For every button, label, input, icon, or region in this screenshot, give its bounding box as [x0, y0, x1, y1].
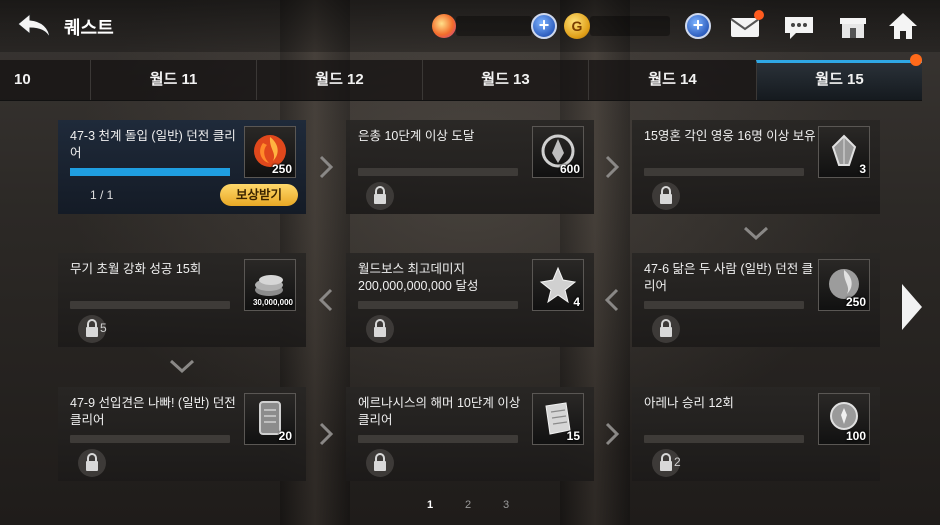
quest-title: 47-6 닮은 두 사람 (일반) 던전 클리어: [644, 262, 814, 293]
tab-world-15[interactable]: 월드 15: [756, 60, 922, 100]
reward-quantity: 4: [573, 295, 580, 309]
lock-icon: [652, 315, 680, 343]
lock-icon: [78, 449, 106, 477]
next-page-button[interactable]: [898, 282, 924, 332]
reward-quantity: 600: [559, 162, 580, 176]
quest-title: 은총 10단계 이상 도달: [358, 129, 475, 143]
chevron-left-icon: [604, 288, 619, 312]
reward-slot[interactable]: 30,000,000: [244, 259, 296, 311]
reward-slot[interactable]: 250: [818, 259, 870, 311]
page-number[interactable]: 1: [427, 499, 433, 511]
chevron-right-icon: [319, 422, 334, 446]
chevron-right-icon: [319, 155, 334, 179]
top-bar: 퀘스트 + G +: [0, 0, 940, 52]
quest-card[interactable]: 47-9 선입견은 나빠! (일반) 던전 클리어 20: [58, 387, 306, 481]
quest-card[interactable]: 무기 초월 강화 성공 15회 5 30,000,000: [58, 253, 306, 347]
chevron-right-icon: [605, 422, 620, 446]
home-button[interactable]: [886, 10, 920, 42]
gold-counter: [590, 16, 670, 36]
reward-quantity: 3: [859, 162, 866, 176]
quest-card[interactable]: 15영혼 각인 영웅 16명 이상 보유 3: [632, 120, 880, 214]
tab-world-11[interactable]: 월드 11: [90, 60, 256, 100]
reward-quantity: 20: [278, 429, 292, 443]
quest-card[interactable]: 에르나시스의 해머 10단계 이상 클리어 15: [346, 387, 594, 481]
quest-title: 아레나 승리 12회: [644, 396, 734, 410]
reward-quantity: 100: [845, 429, 866, 443]
lock-icon: [652, 182, 680, 210]
quest-card[interactable]: 아레나 승리 12회 2 100: [632, 387, 880, 481]
quest-title: 에르나시스의 해머 10단계 이상 클리어: [358, 396, 521, 427]
reward-slot[interactable]: 3: [818, 126, 870, 178]
back-button[interactable]: [14, 10, 54, 42]
gem-counter: [456, 16, 532, 36]
quest-title: 47-9 선입견은 나빠! (일반) 던전 클리어: [70, 396, 236, 427]
quest-progress-bar: [644, 168, 804, 176]
reward-quantity: 30,000,000: [252, 298, 293, 307]
mail-notification-dot: [754, 10, 764, 20]
lock-icon: [366, 315, 394, 343]
chat-icon: [785, 17, 813, 39]
tab-notification-dot: [910, 54, 922, 66]
quest-progress-bar: [70, 435, 230, 443]
tab-world-12[interactable]: 월드 12: [256, 60, 422, 100]
quest-title: 무기 초월 강화 성공 15회: [70, 262, 202, 276]
reward-slot[interactable]: 600: [532, 126, 584, 178]
gem-icon: [432, 14, 456, 38]
back-arrow-icon: [17, 12, 51, 39]
quest-progress-bar: [70, 168, 230, 176]
quest-card[interactable]: 월드보스 최고데미지 200,000,000,000 달성 4: [346, 253, 594, 347]
gold-icon: G: [564, 13, 590, 39]
quest-card[interactable]: 47-3 천계 돌입 (일반) 던전 클리어 1 / 1 250 보상받기: [58, 120, 306, 214]
quest-progress-bar: [358, 435, 518, 443]
quest-progress-bar: [358, 168, 518, 176]
reward-slot[interactable]: 100: [818, 393, 870, 445]
reward-slot[interactable]: 15: [532, 393, 584, 445]
quest-progress-bar: [70, 301, 230, 309]
chevron-right-icon: [605, 155, 620, 179]
tab-world-10[interactable]: 10: [0, 60, 90, 100]
page-number[interactable]: 3: [503, 499, 509, 511]
page-number[interactable]: 2: [465, 499, 471, 511]
claim-reward-button[interactable]: 보상받기: [220, 184, 298, 206]
quest-card[interactable]: 은총 10단계 이상 도달 600: [346, 120, 594, 214]
add-gem-button[interactable]: +: [531, 13, 557, 39]
lock-icon: [366, 182, 394, 210]
progress-behind-lock: 5: [100, 321, 107, 335]
quest-card[interactable]: 47-6 닮은 두 사람 (일반) 던전 클리어 250: [632, 253, 880, 347]
reward-quantity: 250: [845, 295, 866, 309]
reward-slot[interactable]: 20: [244, 393, 296, 445]
quest-progress-fill: [70, 168, 230, 176]
reward-quantity: 15: [566, 429, 580, 443]
tab-world-13[interactable]: 월드 13: [422, 60, 588, 100]
quest-progress-bar: [644, 435, 804, 443]
reward-slot[interactable]: 4: [532, 259, 584, 311]
quest-progress-bar: [644, 301, 804, 309]
home-icon: [889, 13, 917, 39]
chevron-left-icon: [318, 288, 333, 312]
reward-quantity: 250: [271, 162, 292, 176]
lock-icon: [366, 449, 394, 477]
shop-icon: [840, 18, 866, 38]
chat-button[interactable]: [782, 10, 816, 42]
progress-behind-lock: 2: [674, 455, 681, 469]
chevron-down-icon: [169, 359, 195, 374]
world-tabs: 10 월드 11 월드 12 월드 13 월드 14 월드 15: [0, 60, 922, 101]
tab-world-14[interactable]: 월드 14: [588, 60, 756, 100]
quest-title: 15영혼 각인 영웅 16명 이상 보유: [644, 129, 816, 143]
add-gold-button[interactable]: +: [685, 13, 711, 39]
quest-progress-text: 1 / 1: [90, 188, 114, 202]
reward-slot[interactable]: 250: [244, 126, 296, 178]
shop-button[interactable]: [836, 10, 870, 42]
page-title: 퀘스트: [64, 18, 114, 38]
chevron-down-icon: [743, 226, 769, 241]
quest-title: 월드보스 최고데미지 200,000,000,000 달성: [358, 262, 479, 293]
quest-title: 47-3 천계 돌입 (일반) 던전 클리어: [70, 129, 236, 160]
quest-progress-bar: [358, 301, 518, 309]
